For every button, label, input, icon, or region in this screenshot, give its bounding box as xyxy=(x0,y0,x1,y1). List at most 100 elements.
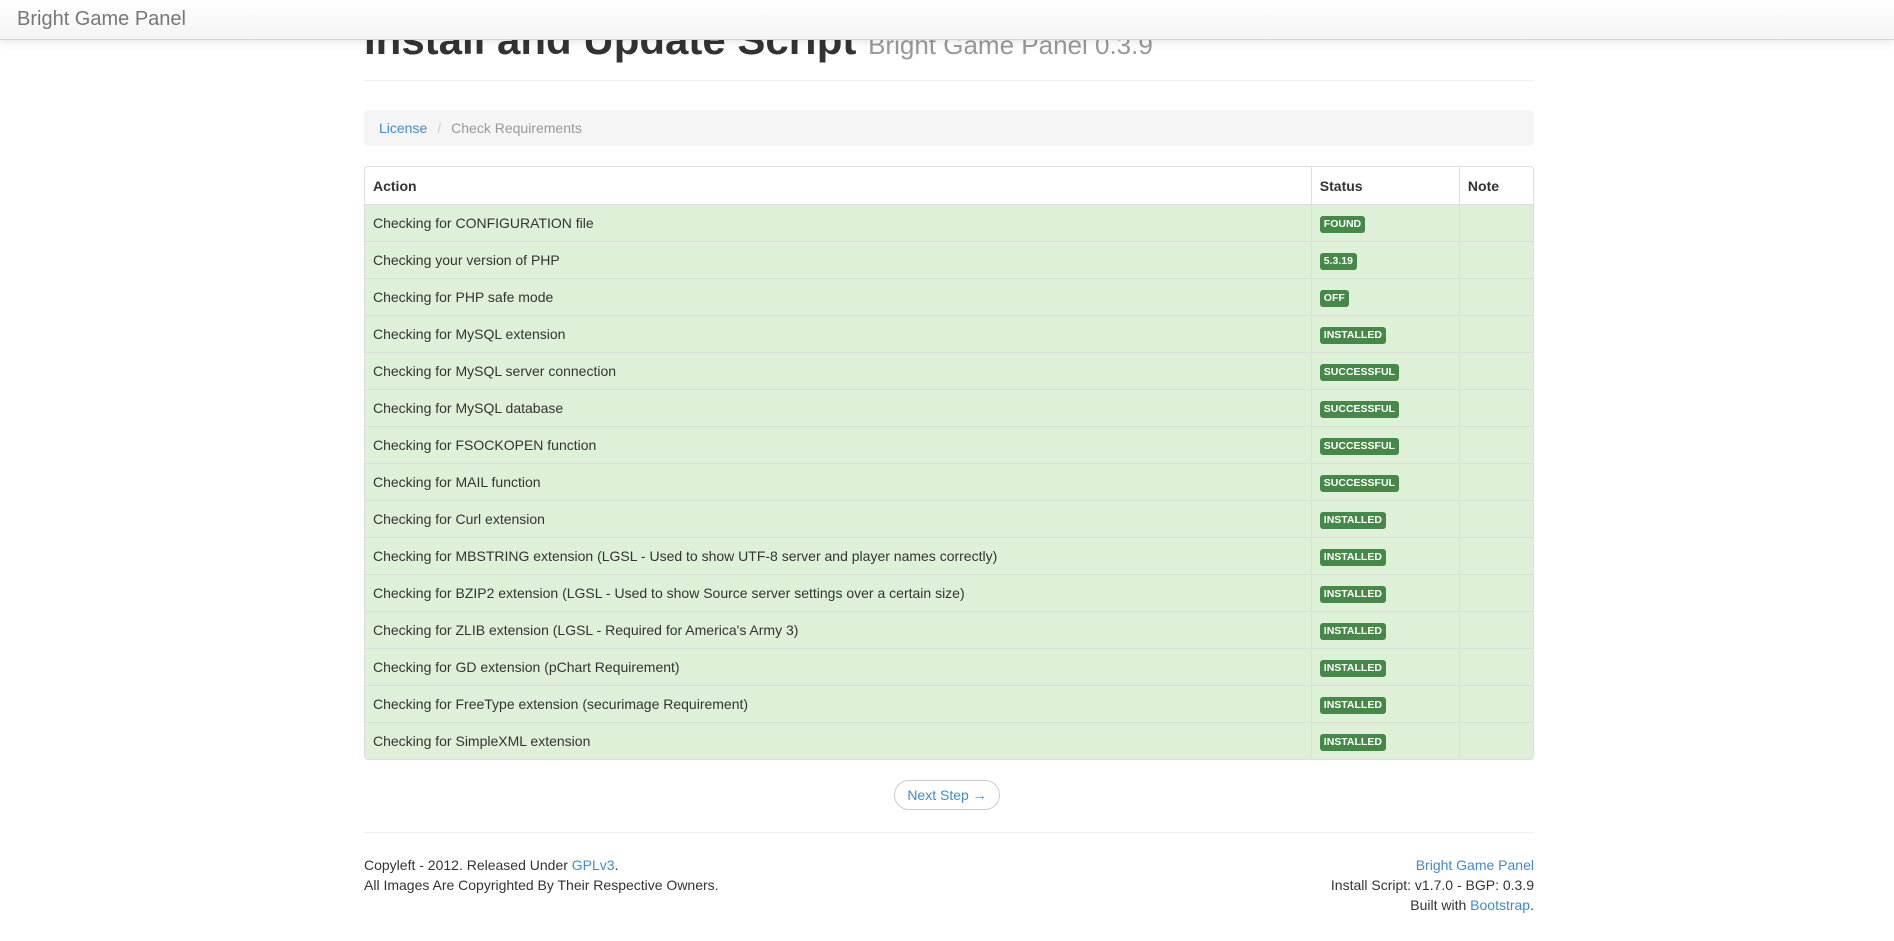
table-row: Checking for MAIL function SUCCESSFUL xyxy=(365,463,1533,500)
status-cell: INSTALLED xyxy=(1310,685,1459,722)
status-badge: OFF xyxy=(1319,289,1349,307)
action-cell: Checking for FSOCKOPEN function xyxy=(365,426,1311,463)
images-copyright-line: All Images Are Copyrighted By Their Resp… xyxy=(364,877,719,893)
gplv3-link[interactable]: GPLv3 xyxy=(572,857,615,873)
action-cell: Checking for SimpleXML extension xyxy=(365,722,1311,759)
table-header-row: Action Status Note xyxy=(365,167,1533,204)
status-badge: INSTALLED xyxy=(1319,696,1386,714)
status-badge: SUCCESSFUL xyxy=(1319,437,1399,455)
note-cell xyxy=(1458,389,1533,426)
action-cell: Checking for BZIP2 extension (LGSL - Use… xyxy=(365,574,1311,611)
status-badge: INSTALLED xyxy=(1319,659,1386,677)
status-cell: SUCCESSFUL xyxy=(1310,389,1459,426)
footer-brand-line: Bright Game Panel xyxy=(1331,855,1534,875)
status-cell: OFF xyxy=(1310,278,1459,315)
note-cell xyxy=(1458,500,1533,537)
note-cell xyxy=(1458,241,1533,278)
breadcrumb-license-link[interactable]: License xyxy=(379,120,427,136)
breadcrumb-separator-glyph: / xyxy=(437,120,442,136)
table-row: Checking for SimpleXML extension INSTALL… xyxy=(365,722,1533,759)
table-row: Checking for CONFIGURATION file FOUND xyxy=(365,204,1533,241)
status-cell: INSTALLED xyxy=(1310,611,1459,648)
table-row: Checking for FreeType extension (securim… xyxy=(365,685,1533,722)
table-row: Checking for Curl extension INSTALLED xyxy=(365,500,1533,537)
status-badge: SUCCESSFUL xyxy=(1319,400,1399,418)
table-row: Checking for MBSTRING extension (LGSL - … xyxy=(365,537,1533,574)
note-cell xyxy=(1458,611,1533,648)
requirements-table: Action Status Note Checking for CONFIGUR… xyxy=(364,166,1534,760)
status-cell: SUCCESSFUL xyxy=(1310,352,1459,389)
footer-left: Copyleft - 2012. Released Under GPLv3. A… xyxy=(364,855,719,895)
status-badge: 5.3.19 xyxy=(1319,252,1357,270)
status-cell: INSTALLED xyxy=(1310,500,1459,537)
status-badge: INSTALLED xyxy=(1319,326,1386,344)
navbar: Bright Game Panel xyxy=(0,0,1894,40)
footer-right: Bright Game Panel Install Script: v1.7.0… xyxy=(1331,855,1534,915)
install-script-version: Install Script: v1.7.0 - BGP: 0.3.9 xyxy=(1330,877,1534,893)
status-cell: INSTALLED xyxy=(1310,315,1459,352)
copyleft-text: Copyleft - 2012. Released Under xyxy=(364,857,572,873)
note-cell xyxy=(1458,574,1533,611)
status-badge: INSTALLED xyxy=(1319,548,1386,566)
action-cell: Checking for Curl extension xyxy=(365,500,1311,537)
note-cell xyxy=(1458,648,1533,685)
copyleft-suffix: . xyxy=(614,857,619,873)
action-cell: Checking for FreeType extension (securim… xyxy=(365,685,1311,722)
note-cell xyxy=(1458,463,1533,500)
action-cell: Checking for CONFIGURATION file xyxy=(365,204,1311,241)
status-cell: INSTALLED xyxy=(1310,648,1459,685)
action-cell: Checking for MySQL extension xyxy=(365,315,1311,352)
bootstrap-link[interactable]: Bootstrap xyxy=(1470,897,1530,913)
note-cell xyxy=(1458,537,1533,574)
table-row: Checking for MySQL server connection SUC… xyxy=(365,352,1533,389)
footer-divider xyxy=(364,832,1534,833)
note-cell xyxy=(1458,278,1533,315)
status-cell: INSTALLED xyxy=(1310,537,1459,574)
note-cell xyxy=(1458,722,1533,759)
note-cell xyxy=(1458,685,1533,722)
built-with-suffix: . xyxy=(1530,897,1534,913)
status-cell: FOUND xyxy=(1310,204,1459,241)
note-cell xyxy=(1458,315,1533,352)
breadcrumb-separator: / xyxy=(427,120,451,136)
status-badge: INSTALLED xyxy=(1319,622,1386,640)
status-cell: 5.3.19 xyxy=(1310,241,1459,278)
action-cell: Checking for MySQL server connection xyxy=(365,352,1311,389)
status-badge: INSTALLED xyxy=(1319,733,1386,751)
copyleft-line: Copyleft - 2012. Released Under GPLv3. xyxy=(364,855,719,875)
status-cell: INSTALLED xyxy=(1310,722,1459,759)
table-row: Checking for ZLIB extension (LGSL - Requ… xyxy=(365,611,1533,648)
status-badge: INSTALLED xyxy=(1319,585,1386,603)
action-cell: Checking for GD extension (pChart Requir… xyxy=(365,648,1311,685)
breadcrumb: License / Check Requirements xyxy=(364,110,1534,146)
action-cell: Checking for MAIL function xyxy=(365,463,1311,500)
note-cell xyxy=(1458,426,1533,463)
breadcrumb-item-license: License xyxy=(379,120,427,136)
brand-link[interactable]: Bright Game Panel xyxy=(17,8,186,31)
breadcrumb-item-check-requirements: Check Requirements xyxy=(451,120,582,136)
action-cell: Checking for MBSTRING extension (LGSL - … xyxy=(365,537,1311,574)
status-cell: SUCCESSFUL xyxy=(1310,463,1459,500)
built-with-line: Built with Bootstrap. xyxy=(1331,895,1534,915)
column-header-action: Action xyxy=(373,177,417,194)
table-row: Checking for BZIP2 extension (LGSL - Use… xyxy=(365,574,1533,611)
table-row: Checking for MySQL extension INSTALLED xyxy=(365,315,1533,352)
table-row: Checking your version of PHP 5.3.19 xyxy=(365,241,1533,278)
note-cell xyxy=(1458,204,1533,241)
status-badge: SUCCESSFUL xyxy=(1319,474,1399,492)
table-row: Checking for MySQL database SUCCESSFUL xyxy=(365,389,1533,426)
next-step-button[interactable]: Next Step → xyxy=(894,780,1000,810)
action-cell: Checking for ZLIB extension (LGSL - Requ… xyxy=(365,611,1311,648)
status-cell: INSTALLED xyxy=(1310,574,1459,611)
built-with-text: Built with xyxy=(1410,897,1471,913)
column-header-note: Note xyxy=(1458,167,1533,204)
column-header-status: Status xyxy=(1310,167,1459,204)
table-row: Checking for GD extension (pChart Requir… xyxy=(365,648,1533,685)
note-cell xyxy=(1458,352,1533,389)
status-badge: INSTALLED xyxy=(1319,511,1386,529)
action-cell: Checking for MySQL database xyxy=(365,389,1311,426)
status-badge: FOUND xyxy=(1319,215,1366,233)
status-badge: SUCCESSFUL xyxy=(1319,363,1399,381)
table-row: Checking for FSOCKOPEN function SUCCESSF… xyxy=(365,426,1533,463)
footer-brand-link[interactable]: Bright Game Panel xyxy=(1416,857,1534,873)
